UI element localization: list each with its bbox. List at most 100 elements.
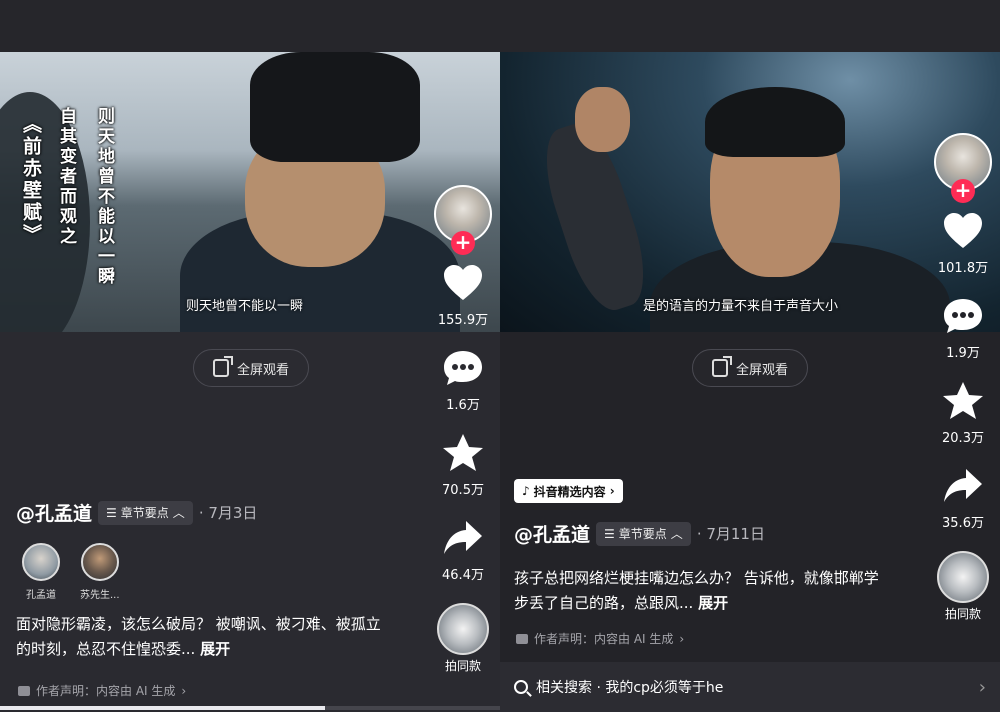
ai-declaration[interactable]: 作者声明：内容由 AI 生成 ›	[516, 630, 684, 647]
author-row: @孔孟道 ☰ 章节要点 ︿ · 7月11日	[514, 520, 765, 547]
remix-label: 拍同款	[444, 659, 481, 673]
follow-plus-icon[interactable]: +	[951, 179, 975, 203]
share-arrow-icon[interactable]	[941, 466, 985, 506]
action-rail: + 155.9万 1.6万 70.5万 46.4万 拍同款	[432, 185, 494, 674]
list-icon: ☰	[604, 526, 615, 541]
heart-icon[interactable]	[441, 263, 485, 303]
collaborator-avatar[interactable]	[22, 543, 60, 581]
music-disc-icon[interactable]	[937, 551, 989, 603]
share-count: 46.4万	[442, 568, 484, 583]
favorite-button[interactable]: 70.5万	[441, 433, 485, 498]
video-description: 面对隐形霸凌，该怎么破局？ 被嘲讽、被刁难、被孤立的时刻，总忍不住惶恐委... …	[16, 612, 386, 662]
collaborator-avatar[interactable]	[80, 543, 119, 581]
fullscreen-icon	[711, 356, 732, 377]
star-icon[interactable]	[441, 433, 485, 473]
right-video-panel: 是的语言的力量不来自于声音大小 全屏观看 + 101.8万 1.9万 20.3万…	[500, 0, 1000, 712]
expand-link[interactable]: 展开	[200, 640, 230, 658]
fullscreen-label: 全屏观看	[236, 362, 289, 378]
collaborators: 孔孟道 苏先生...	[22, 543, 120, 601]
list-icon: ☰	[106, 505, 117, 520]
playback-progress-bar[interactable]	[0, 706, 500, 710]
description-text: 孩子总把网络烂梗挂嘴边怎么办？ 告诉他，就像邯郸学步丢了自己的路，总跟风...	[514, 569, 879, 612]
video-frame-figure	[575, 87, 630, 152]
chevron-right-icon: ›	[609, 484, 615, 498]
remix-button[interactable]: 拍同款	[937, 551, 989, 622]
related-search-text: 相关搜索 · 我的cp必须等于he	[536, 680, 724, 696]
fullscreen-button[interactable]: 全屏观看	[193, 349, 309, 387]
author-name[interactable]: @孔孟道	[16, 499, 92, 526]
favorite-button[interactable]: 20.3万	[941, 381, 985, 446]
comment-icon[interactable]	[941, 296, 985, 336]
screen: 《前赤壁赋》 自其变者而观之 则天地曾不能以一瞬 则天地曾不能以一瞬 全屏观看 …	[0, 0, 1000, 712]
remix-button[interactable]: 拍同款	[437, 603, 489, 674]
share-button[interactable]: 46.4万	[441, 518, 485, 583]
follow-plus-icon[interactable]: +	[451, 231, 475, 255]
video-description: 孩子总把网络烂梗挂嘴边怎么办？ 告诉他，就像邯郸学步丢了自己的路，总跟风... …	[514, 566, 884, 616]
like-count: 101.8万	[937, 261, 989, 276]
search-icon	[514, 680, 528, 694]
collaborator-name: 孔孟道	[26, 590, 56, 601]
vertical-verse-line: 则天地曾不能以一瞬	[94, 107, 114, 287]
chapter-highlights-button[interactable]: ☰ 章节要点 ︿	[98, 500, 193, 525]
like-button[interactable]: 101.8万	[938, 211, 988, 276]
declaration-text: 作者声明：内容由 AI 生成	[534, 632, 674, 646]
comment-icon[interactable]	[441, 348, 485, 388]
remix-label: 拍同款	[944, 607, 981, 621]
comment-count: 1.6万	[446, 398, 480, 413]
fullscreen-button[interactable]: 全屏观看	[692, 349, 808, 387]
post-date: · 7月11日	[696, 525, 765, 543]
chapter-label: 章节要点	[618, 527, 667, 541]
action-rail: + 101.8万 1.9万 20.3万 35.6万 拍同款	[932, 133, 994, 622]
author-avatar[interactable]: +	[434, 185, 492, 255]
vertical-verse-line: 自其变者而观之	[56, 107, 76, 247]
video-frame-figure	[705, 87, 845, 157]
declaration-text: 作者声明：内容由 AI 生成	[36, 684, 176, 698]
top-bar	[0, 0, 500, 52]
share-arrow-icon[interactable]	[441, 518, 485, 558]
comment-count: 1.9万	[946, 346, 980, 361]
video-frame-figure	[250, 52, 420, 162]
douyin-logo-icon: ♪	[522, 484, 530, 498]
megaphone-icon	[18, 685, 30, 696]
comment-button[interactable]: 1.6万	[441, 348, 485, 413]
chapter-highlights-button[interactable]: ☰ 章节要点 ︿	[596, 521, 691, 546]
author-name[interactable]: @孔孟道	[514, 520, 590, 547]
collaborator[interactable]: 孔孟道	[22, 543, 60, 601]
video-player[interactable]: 是的语言的力量不来自于声音大小	[500, 52, 1000, 332]
share-count: 35.6万	[942, 516, 984, 531]
chevron-right-icon: ›	[978, 676, 986, 698]
heart-icon[interactable]	[941, 211, 985, 251]
favorite-count: 70.5万	[442, 483, 484, 498]
ai-declaration[interactable]: 作者声明：内容由 AI 生成 ›	[18, 682, 186, 699]
progress-fill	[0, 706, 325, 710]
video-subtitle: 是的语言的力量不来自于声音大小	[643, 299, 839, 314]
chevron-right-icon: ›	[679, 631, 685, 646]
comment-button[interactable]: 1.9万	[941, 296, 985, 361]
share-button[interactable]: 35.6万	[941, 466, 985, 531]
fullscreen-label: 全屏观看	[735, 362, 788, 378]
expand-link[interactable]: 展开	[698, 594, 728, 612]
vertical-title: 《前赤壁赋》	[20, 114, 42, 246]
author-avatar[interactable]: +	[934, 133, 992, 203]
featured-content-tag[interactable]: ♪ 抖音精选内容 ›	[514, 479, 623, 503]
video-subtitle: 则天地曾不能以一瞬	[186, 299, 304, 314]
video-player[interactable]: 《前赤壁赋》 自其变者而观之 则天地曾不能以一瞬 则天地曾不能以一瞬	[0, 52, 500, 332]
like-count: 155.9万	[437, 313, 489, 328]
chevron-up-icon: ︿	[670, 527, 683, 541]
collaborator[interactable]: 苏先生...	[80, 543, 120, 601]
author-row: @孔孟道 ☰ 章节要点 ︿ · 7月3日	[16, 499, 257, 526]
description-text: 面对隐形霸凌，该怎么破局？ 被嘲讽、被刁难、被孤立的时刻，总忍不住惶恐委...	[16, 615, 381, 658]
like-button[interactable]: 155.9万	[438, 263, 488, 328]
collaborator-name: 苏先生...	[80, 590, 120, 601]
featured-tag-label: 抖音精选内容	[533, 484, 606, 499]
chapter-label: 章节要点	[120, 506, 169, 520]
music-disc-icon[interactable]	[437, 603, 489, 655]
top-bar	[500, 0, 1000, 52]
favorite-count: 20.3万	[942, 431, 984, 446]
megaphone-icon	[516, 633, 528, 644]
star-icon[interactable]	[941, 381, 985, 421]
chevron-right-icon: ›	[181, 683, 187, 698]
left-video-panel: 《前赤壁赋》 自其变者而观之 则天地曾不能以一瞬 则天地曾不能以一瞬 全屏观看 …	[0, 0, 500, 712]
related-search-bar[interactable]: 相关搜索 · 我的cp必须等于he ›	[500, 662, 1000, 712]
post-date: · 7月3日	[198, 504, 258, 522]
